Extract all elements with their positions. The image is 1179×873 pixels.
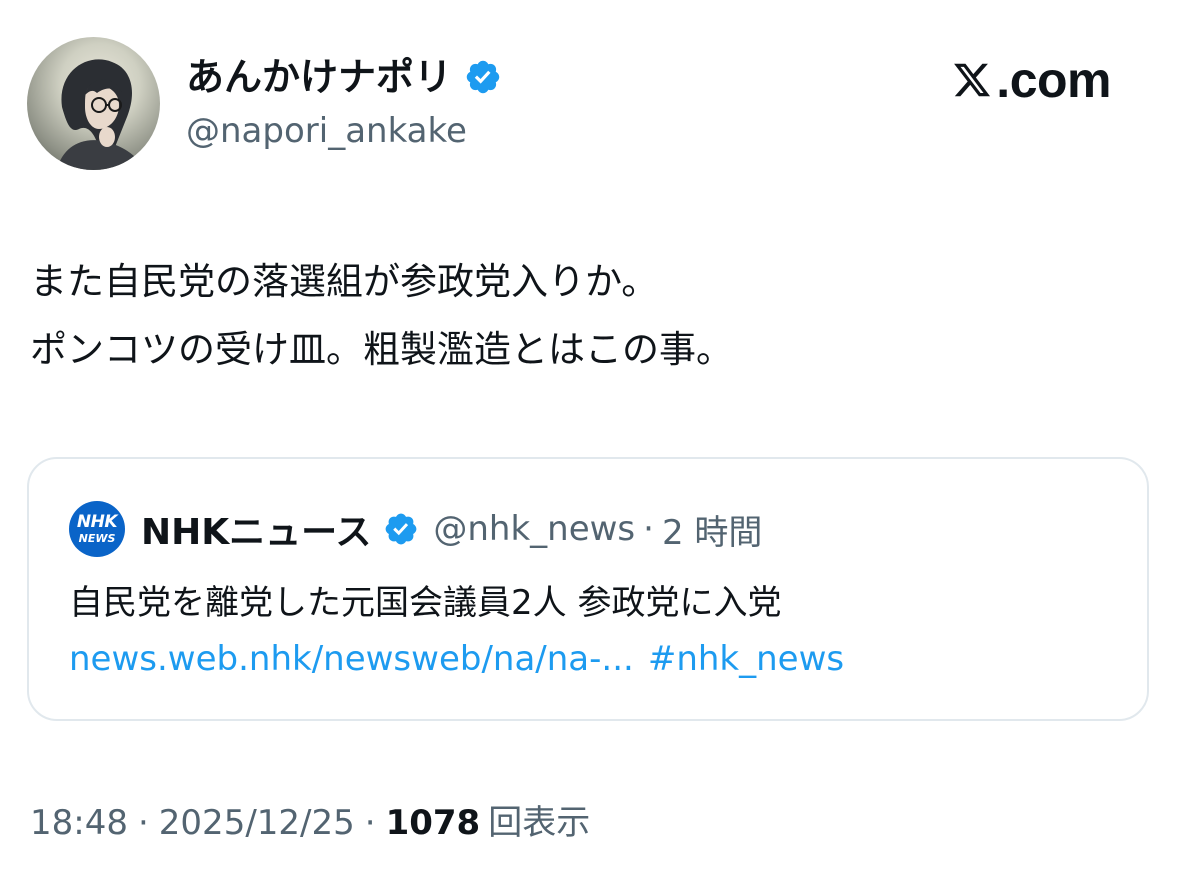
quoted-verified-badge-icon [385, 513, 417, 545]
quoted-author-name[interactable]: NHKニュース [141, 503, 371, 555]
tweet-meta: 18:48 · 2025/12/25 · 1078 回表示 [30, 795, 590, 851]
meta-separator-1: · [137, 803, 149, 843]
views-label: 回表示 [488, 803, 591, 843]
quoted-tweet-text: 自民党を離党した元国会議員2人 参政党に入党 [69, 583, 782, 623]
tweet-text: また自民党の落選組が参政党入りか。 ポンコツの受け皿。粗製濫造とはこの事。 [30, 248, 733, 384]
tweet-date[interactable]: 2025/12/25 [159, 795, 355, 851]
quoted-news-link[interactable]: news.web.nhk/newsweb/na/na-... [69, 639, 634, 679]
tweet-time[interactable]: 18:48 [30, 795, 128, 851]
x-com-text: .com [996, 52, 1111, 108]
quoted-tweet-header: NHK NEWS NHKニュース @nhk_news · 2 時間 [69, 499, 762, 559]
tweet-line-1: また自民党の落選組が参政党入りか。 [30, 260, 659, 303]
quoted-links-row: news.web.nhk/newsweb/na/na-... #nhk_news [69, 631, 844, 687]
quoted-timestamp[interactable]: 2 時間 [662, 505, 762, 554]
quoted-separator: · [643, 509, 654, 549]
meta-separator-2: · [364, 803, 376, 843]
nhk-news-logo-icon[interactable]: NHK NEWS [69, 501, 125, 557]
author-name-row[interactable]: あんかけナポリ [186, 52, 502, 102]
author-name[interactable]: あんかけナポリ [186, 52, 452, 102]
x-com-logo: .com [952, 50, 1111, 110]
author-avatar[interactable] [27, 37, 160, 170]
quoted-tweet-card[interactable]: NHK NEWS NHKニュース @nhk_news · 2 時間 自民党を離党… [27, 457, 1149, 721]
tweet-line-2: ポンコツの受け皿。粗製濫造とはこの事。 [30, 328, 733, 371]
hashtag-link[interactable]: #nhk_news [648, 639, 844, 679]
author-handle[interactable]: @napori_ankake [186, 108, 467, 154]
anime-avatar-icon [57, 59, 145, 170]
verified-badge-icon [466, 60, 500, 94]
views-count: 1078 [385, 803, 481, 843]
x-logo-icon [954, 63, 991, 97]
quoted-author-handle[interactable]: @nhk_news [433, 509, 635, 549]
